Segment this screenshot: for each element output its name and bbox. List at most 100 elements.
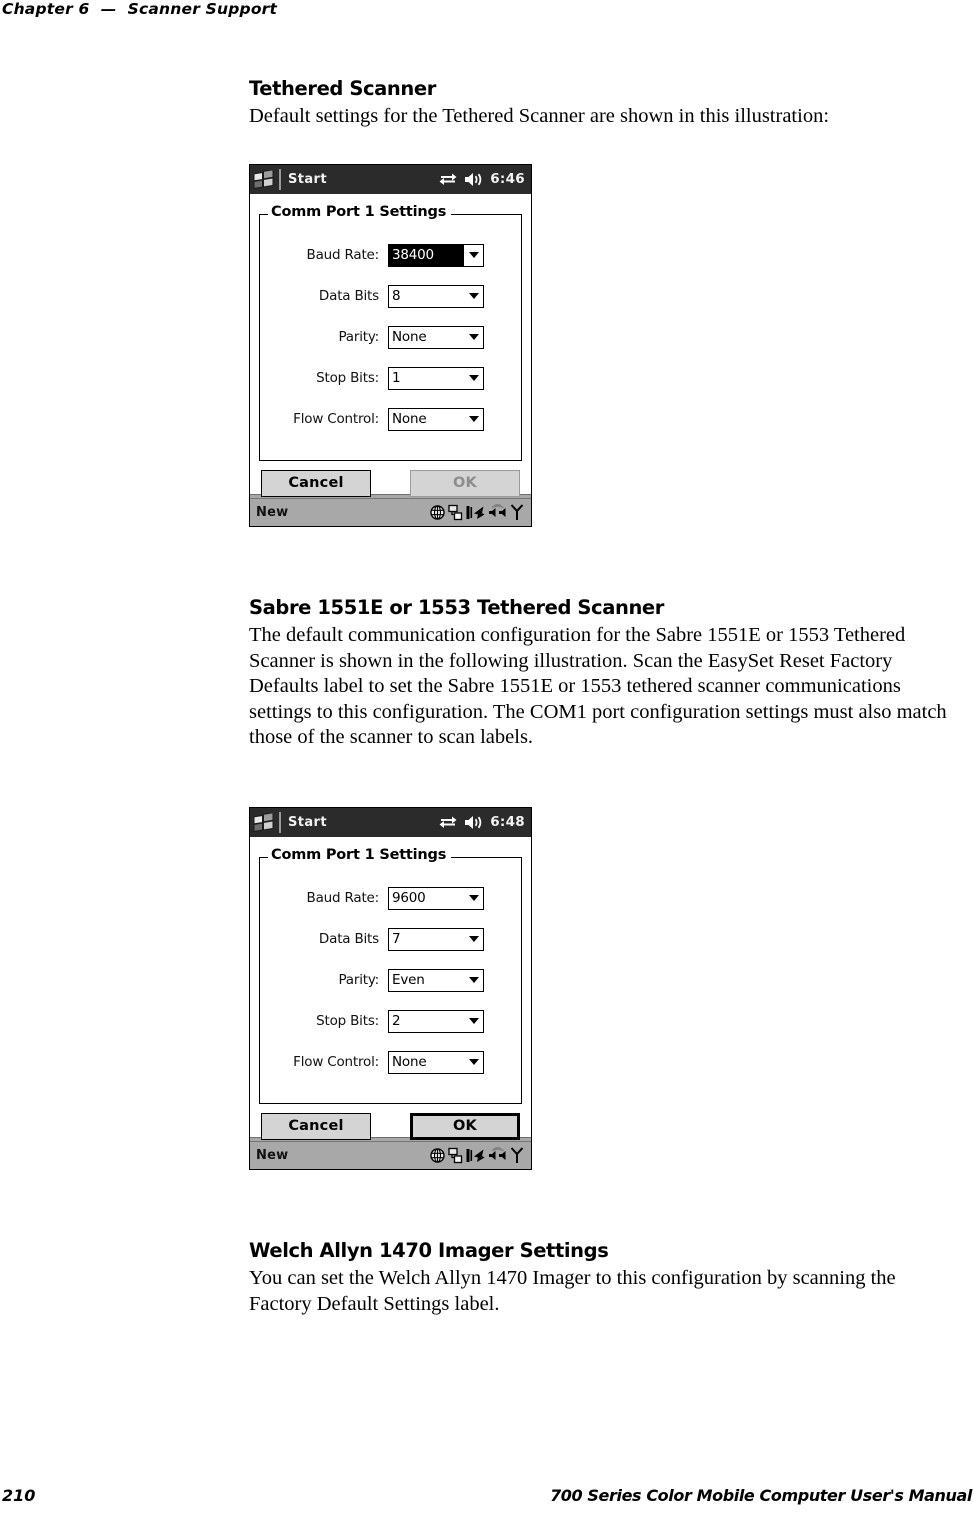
field-row-data-bits: Data Bits 8 — [270, 276, 511, 317]
new-button[interactable]: New — [256, 505, 288, 520]
baud-rate-combobox[interactable]: 9600 — [388, 886, 484, 910]
titlebar-divider — [279, 811, 281, 833]
dialog-body: Comm Port 1 Settings Baud Rate: 38400 Da… — [250, 193, 531, 497]
data-bits-value: 8 — [392, 287, 401, 304]
field-row-parity: Parity: Even — [270, 960, 511, 1001]
flow-control-label: Flow Control: — [293, 1054, 379, 1071]
section-heading-welch-allyn: Welch Allyn 1470 Imager Settings — [249, 1238, 609, 1262]
cancel-button[interactable]: Cancel — [261, 1112, 371, 1140]
taskbar-tray — [429, 1146, 524, 1164]
parity-value: Even — [392, 971, 425, 988]
pda-title-bar: Start 6:48 — [250, 807, 531, 837]
stop-bits-combobox[interactable]: 1 — [388, 366, 484, 390]
start-button-label[interactable]: Start — [288, 815, 327, 830]
speaker-icon[interactable] — [464, 815, 483, 830]
pda-title-bar: Start 6:46 — [250, 164, 531, 194]
parity-label: Parity: — [338, 972, 379, 989]
manual-title: 700 Series Color Mobile Computer User's … — [550, 1486, 972, 1505]
windows-flag-icon[interactable] — [253, 812, 275, 832]
dialog-body: Comm Port 1 Settings Baud Rate: 9600 Dat… — [250, 836, 531, 1140]
page-number: 210 — [2, 1486, 36, 1505]
chevron-down-icon[interactable] — [469, 1059, 479, 1066]
volume-icon[interactable] — [487, 503, 508, 521]
chevron-down-icon[interactable] — [469, 895, 479, 902]
chevron-down-icon[interactable] — [469, 977, 479, 984]
chevron-down-icon[interactable] — [469, 334, 479, 341]
page-footer: 210 700 Series Color Mobile Computer Use… — [0, 1486, 974, 1505]
titlebar-tray: 6:46 — [439, 171, 525, 187]
stop-bits-combobox[interactable]: 2 — [388, 1009, 484, 1033]
flow-control-combobox[interactable]: None — [388, 1050, 484, 1074]
flow-control-label: Flow Control: — [293, 411, 379, 428]
data-bits-label: Data Bits — [318, 931, 379, 948]
network-icon[interactable] — [448, 504, 464, 521]
field-row-baud-rate: Baud Rate: 9600 — [270, 878, 511, 919]
chevron-down-icon[interactable] — [469, 416, 479, 423]
parity-label: Parity: — [338, 329, 379, 346]
baud-rate-label: Baud Rate: — [306, 890, 380, 907]
baud-rate-combobox[interactable]: 38400 — [388, 243, 484, 267]
stop-bits-value: 1 — [392, 369, 401, 386]
screenshot-sabre-1551e-1553-defaults: Start 6:48 Comm Port 1 Settings Baud Rat… — [249, 806, 532, 1170]
section-heading-tethered-scanner: Tethered Scanner — [249, 77, 436, 100]
globe-icon[interactable] — [429, 504, 446, 521]
clock-label: 6:46 — [490, 171, 525, 188]
dialog-button-bar: Cancel OK — [259, 1104, 522, 1140]
taskbar-tray — [429, 503, 524, 521]
volume-icon[interactable] — [487, 1146, 508, 1164]
chevron-down-icon[interactable] — [469, 252, 479, 259]
field-row-baud-rate: Baud Rate: 38400 — [270, 235, 511, 276]
titlebar-tray: 6:48 — [439, 814, 525, 830]
comm-port-settings-groupbox: Comm Port 1 Settings Baud Rate: 9600 Dat… — [259, 846, 522, 1104]
section-body-sabre: The default communication configuration … — [249, 624, 947, 749]
ok-button[interactable]: OK — [410, 1112, 520, 1140]
page-content: Tethered Scanner Default settings for th… — [249, 77, 961, 1317]
windows-flag-icon[interactable] — [253, 169, 275, 189]
scanner-icon[interactable] — [466, 1147, 485, 1164]
section-body-tethered-scanner: Default settings for the Tethered Scanne… — [249, 105, 830, 128]
connectivity-icon[interactable] — [439, 172, 457, 186]
field-row-stop-bits: Stop Bits: 2 — [270, 1001, 511, 1042]
antenna-icon[interactable] — [510, 1147, 524, 1164]
chevron-down-icon[interactable] — [469, 1018, 479, 1025]
parity-combobox[interactable]: Even — [388, 968, 484, 992]
chevron-down-icon[interactable] — [469, 293, 479, 300]
stop-bits-value: 2 — [392, 1012, 401, 1029]
flow-control-combobox[interactable]: None — [388, 407, 484, 431]
chevron-down-icon[interactable] — [469, 375, 479, 382]
speaker-icon[interactable] — [464, 172, 483, 187]
stop-bits-label: Stop Bits: — [316, 1013, 379, 1030]
data-bits-combobox[interactable]: 8 — [388, 284, 484, 308]
connectivity-icon[interactable] — [439, 815, 457, 829]
baud-rate-label: Baud Rate: — [306, 247, 380, 264]
scanner-icon[interactable] — [466, 504, 485, 521]
field-row-parity: Parity: None — [270, 317, 511, 358]
parity-combobox[interactable]: None — [388, 325, 484, 349]
groupbox-title: Comm Port 1 Settings — [268, 846, 452, 863]
antenna-icon[interactable] — [510, 504, 524, 521]
groupbox-title: Comm Port 1 Settings — [268, 203, 452, 220]
section-heading-sabre: Sabre 1551E or 1553 Tethered Scanner — [249, 595, 664, 619]
data-bits-value: 7 — [392, 930, 401, 947]
baud-rate-value: 9600 — [392, 889, 426, 906]
cancel-button[interactable]: Cancel — [261, 469, 371, 497]
stop-bits-label: Stop Bits: — [316, 370, 379, 387]
pda-taskbar: New — [250, 497, 531, 526]
pda-taskbar: New — [250, 1140, 531, 1169]
comm-port-settings-groupbox: Comm Port 1 Settings Baud Rate: 38400 Da… — [259, 203, 522, 461]
baud-rate-value: 38400 — [392, 246, 434, 263]
section-body-welch-allyn: You can set the Welch Allyn 1470 Imager … — [249, 1267, 896, 1315]
chevron-down-icon[interactable] — [469, 936, 479, 943]
new-button[interactable]: New — [256, 1148, 288, 1163]
titlebar-divider — [279, 168, 281, 190]
network-icon[interactable] — [448, 1147, 464, 1164]
flow-control-value: None — [392, 410, 427, 427]
data-bits-combobox[interactable]: 7 — [388, 927, 484, 951]
globe-icon[interactable] — [429, 1147, 446, 1164]
start-button-label[interactable]: Start — [288, 172, 327, 187]
ok-button[interactable]: OK — [410, 469, 520, 497]
flow-control-value: None — [392, 1053, 427, 1070]
field-row-flow-control: Flow Control: None — [270, 399, 511, 440]
field-row-flow-control: Flow Control: None — [270, 1042, 511, 1083]
running-header: Chapter 6 — Scanner Support — [2, 0, 278, 18]
